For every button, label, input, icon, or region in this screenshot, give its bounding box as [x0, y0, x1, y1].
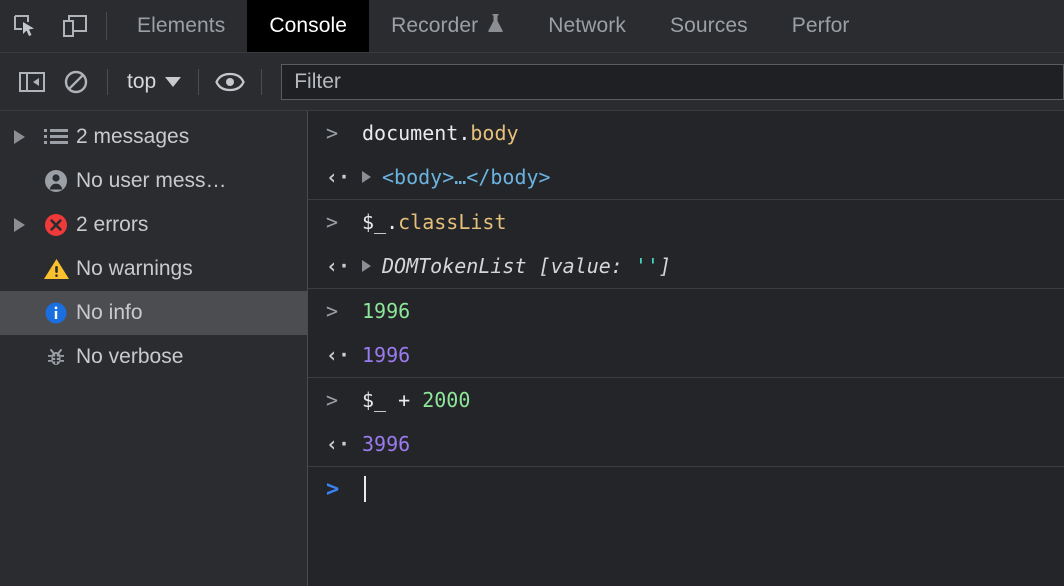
output-chevron-icon: ‹· [326, 343, 351, 367]
sidebar-toggle-button[interactable] [10, 62, 54, 102]
execution-context-selector[interactable]: top [117, 70, 189, 94]
device-toolbar-icon [63, 15, 87, 37]
list-icon [36, 127, 76, 147]
console-output-token: DOMTokenList [value: [382, 254, 635, 278]
sidebar-item-user-messages[interactable]: No user mess… [0, 159, 307, 203]
bug-icon [36, 345, 76, 369]
input-chevron-icon: > [326, 210, 339, 234]
console-prompt-line[interactable]: > [308, 467, 1064, 511]
tab-network-label: Network [548, 14, 626, 37]
sidebar-item-warnings-label: No warnings [76, 257, 193, 280]
console-message-group: > document. body ‹· <body>…</body> [308, 111, 1064, 200]
devtools-tabbar: Elements Console Recorder Network Source… [0, 0, 1064, 53]
toolbar-divider-3 [261, 68, 263, 95]
console-input-token: $_ + [362, 388, 423, 412]
execution-context-label: top [127, 69, 157, 93]
live-expression-button[interactable] [208, 62, 252, 102]
input-chevron-icon: > [326, 121, 339, 145]
console-input-token: 2000 [422, 388, 471, 412]
console-output-area[interactable]: > document. body ‹· <body>…</body> > $_. c… [308, 111, 1064, 586]
console-output-line[interactable]: ‹· DOMTokenList [value: ''] [308, 244, 1064, 288]
tab-sources[interactable]: Sources [648, 0, 770, 52]
console-message-group: > $_. classList ‹· DOMTokenList [value: '… [308, 200, 1064, 289]
console-input-line[interactable]: > 1996 [308, 289, 1064, 333]
tab-sources-label: Sources [669, 14, 748, 37]
sidebar-item-verbose[interactable]: No verbose [0, 335, 307, 379]
sidebar-item-info-label: No info [76, 301, 143, 324]
sidebar-item-info[interactable]: No info [0, 291, 307, 335]
info-icon [36, 300, 76, 326]
console-output-token: 3996 [362, 432, 411, 456]
tab-network[interactable]: Network [526, 0, 648, 52]
console-input-line[interactable]: > $_. classList [308, 200, 1064, 244]
sidebar-panel-icon [19, 71, 45, 92]
input-chevron-icon: > [326, 299, 339, 323]
console-input-token: $_. [362, 210, 399, 234]
console-output-token: <body>…</body> [382, 165, 551, 189]
console-filter-box[interactable]: Filter [281, 63, 1064, 100]
expand-object-triangle-icon[interactable] [362, 171, 382, 183]
tab-elements-label: Elements [137, 14, 226, 37]
console-sidebar: 2 messages No user mess… 2 errors No war… [0, 111, 308, 586]
error-icon [36, 212, 76, 238]
console-input-line[interactable]: > $_ + 2000 [308, 378, 1064, 422]
tab-recorder[interactable]: Recorder [369, 0, 526, 52]
output-chevron-icon: ‹· [326, 432, 351, 456]
inspect-element-icon [14, 15, 34, 36]
console-input-token: classList [398, 210, 507, 234]
console-output-line[interactable]: ‹· <body>…</body> [308, 155, 1064, 199]
console-input-token: body [470, 121, 519, 145]
person-icon [36, 168, 76, 194]
input-chevron-icon: > [326, 388, 339, 412]
sidebar-item-messages-label: 2 messages [76, 125, 190, 148]
console-output-line[interactable]: ‹· 3996 [308, 422, 1064, 466]
console-message-group: > 1996 ‹· 1996 [308, 289, 1064, 378]
console-output-line[interactable]: ‹· 1996 [308, 333, 1064, 377]
console-message-group: > $_ + 2000 ‹· 3996 [308, 378, 1064, 467]
console-input-line[interactable]: > document. body [308, 111, 1064, 155]
tab-performance[interactable]: Perfor [770, 0, 872, 52]
tab-elements[interactable]: Elements [115, 0, 247, 52]
console-output-token: ] [658, 254, 672, 278]
console-input-token: 1996 [362, 299, 411, 323]
tab-console-label: Console [269, 14, 348, 37]
output-chevron-icon: ‹· [326, 254, 351, 278]
console-output-token: '' [634, 254, 659, 278]
disclosure-triangle-icon[interactable] [14, 130, 36, 144]
prompt-chevron-icon: > [326, 476, 340, 502]
console-filter-placeholder: Filter [294, 69, 341, 93]
clear-console-button[interactable] [54, 62, 98, 102]
flask-icon [487, 12, 504, 40]
sidebar-item-errors[interactable]: 2 errors [0, 203, 307, 247]
tabbar-divider [106, 12, 107, 40]
tab-recorder-label: Recorder [391, 14, 479, 37]
sidebar-item-errors-label: 2 errors [76, 213, 149, 236]
device-toolbar-button[interactable] [50, 0, 100, 52]
sidebar-item-user-messages-label: No user mess… [76, 169, 227, 192]
text-cursor [364, 476, 366, 502]
toolbar-divider-2 [198, 68, 200, 95]
console-split: 2 messages No user mess… 2 errors No war… [0, 111, 1064, 586]
expand-object-triangle-icon[interactable] [362, 260, 382, 272]
warning-icon [36, 257, 76, 281]
sidebar-item-verbose-label: No verbose [76, 345, 184, 368]
sidebar-item-messages[interactable]: 2 messages [0, 115, 307, 159]
toolbar-divider-1 [107, 68, 108, 95]
devtools-window: Elements Console Recorder Network Source… [0, 0, 1064, 586]
inspect-element-button[interactable] [0, 0, 50, 52]
disclosure-triangle-icon[interactable] [14, 218, 36, 232]
console-output-token: 1996 [362, 343, 411, 367]
tab-performance-label: Perfor [791, 14, 850, 37]
chevron-down-icon [165, 76, 182, 87]
console-input-token: document. [362, 121, 471, 145]
tab-console[interactable]: Console [247, 0, 370, 52]
clear-console-icon [64, 70, 88, 93]
output-chevron-icon: ‹· [326, 165, 351, 189]
sidebar-item-warnings[interactable]: No warnings [0, 247, 307, 291]
console-toolbar: top Filter [0, 53, 1064, 111]
live-expression-eye-icon [215, 72, 245, 91]
